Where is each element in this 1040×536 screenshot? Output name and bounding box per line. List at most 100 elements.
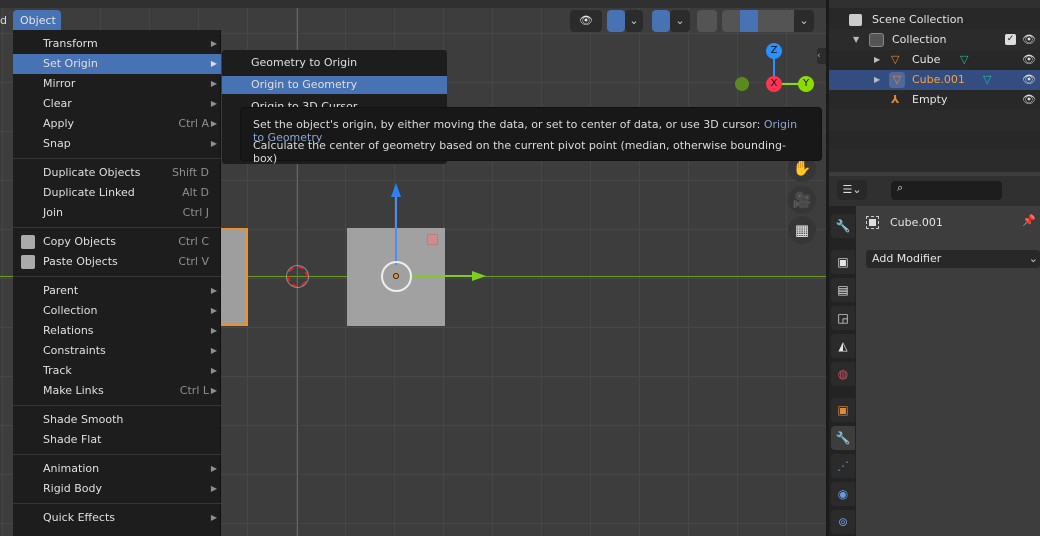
outliner-collection[interactable]: ▼ Collection ✓ 👁 [829, 30, 1040, 50]
expand-arrow-icon[interactable]: ▶ [874, 70, 880, 90]
mesh-data-icon[interactable]: ▽ [960, 50, 968, 70]
label: Duplicate Linked [43, 186, 135, 199]
menu-item-track[interactable]: Track ▶ [13, 361, 221, 381]
menu-item-paste-objects[interactable]: Paste Objects Ctrl V [13, 252, 221, 272]
shortcut: Ctrl V [178, 255, 209, 268]
particles-tab-icon[interactable]: ⋰ [831, 454, 855, 478]
submenu-item-origin-to-geometry[interactable]: Origin to Geometry [222, 76, 447, 94]
z-move-arrow[interactable] [395, 195, 397, 265]
menu-item-join[interactable]: Join Ctrl J [13, 203, 221, 223]
shading-rendered-icon[interactable] [776, 10, 794, 32]
ortho-grid-icon[interactable]: ▦ [788, 216, 816, 244]
menu-item-duplicate-objects[interactable]: Duplicate Objects Shift D [13, 163, 221, 183]
gizmo-dropdown[interactable]: ⌄ [625, 10, 643, 32]
gizmo-y-axis[interactable]: Y [798, 76, 814, 92]
overlay-dropdown[interactable]: ⌄ [670, 10, 690, 32]
add-modifier-dropdown[interactable]: Add Modifier ⌄ [866, 250, 1040, 268]
object-menu-button[interactable]: Object [13, 10, 61, 31]
visibility-eye-icon[interactable]: 👁 [1022, 70, 1036, 90]
menu-item-animation[interactable]: Animation ▶ [13, 459, 221, 479]
properties-search-input[interactable]: ⌕ [891, 181, 1002, 200]
exclude-checkbox[interactable]: ✓ [1005, 34, 1016, 45]
menu-item-apply[interactable]: Apply Ctrl A ▶ [13, 114, 221, 134]
mesh-data-icon[interactable]: ▽ [983, 70, 991, 90]
physics-tab-icon[interactable]: ◉ [831, 482, 855, 506]
expand-arrow-icon[interactable]: ▶ [874, 50, 880, 70]
tool-tab-icon[interactable]: 🔧 [831, 214, 855, 238]
submenu-arrow-icon: ▶ [210, 346, 217, 355]
overlay-toggle[interactable] [652, 10, 670, 32]
menu-item-quick-effects[interactable]: Quick Effects ▶ [13, 508, 221, 528]
menu-item-make-links[interactable]: Make Links Ctrl L ▶ [13, 381, 221, 401]
menu-item-collection[interactable]: Collection ▶ [13, 301, 221, 321]
label: Quick Effects [43, 511, 115, 524]
outliner-empty-row [829, 150, 1040, 172]
output-tab-icon[interactable]: ▤ [831, 278, 855, 302]
chevron-down-icon: ⌄ [1028, 252, 1038, 265]
y-arrow-head[interactable] [472, 271, 486, 281]
editor-type-icon[interactable]: ☰⌄ [837, 180, 867, 200]
gizmo-z-axis[interactable]: Z [766, 43, 782, 59]
gizmo-z-line [773, 58, 775, 78]
tooltip: Set the object's origin, by either movin… [240, 107, 822, 165]
pin-icon[interactable]: 📌 [1022, 214, 1036, 227]
object-tab-icon[interactable]: ▣ [831, 398, 855, 422]
submenu-arrow-icon: ▶ [210, 326, 217, 335]
label: Make Links [43, 384, 104, 397]
z-arrow-head[interactable] [391, 183, 401, 197]
3d-cursor[interactable] [286, 265, 309, 288]
label: Animation [43, 462, 100, 475]
camera-view-icon[interactable]: 🎥 [788, 186, 816, 214]
menu-item-rigid-body[interactable]: Rigid Body ▶ [13, 479, 221, 499]
top-toolbar [0, 0, 826, 8]
modifier-tab-wrench-icon[interactable]: 🔧 [831, 426, 855, 450]
outliner-item-empty[interactable]: ⅄ Empty 👁 [829, 90, 1040, 110]
constraints-tab-icon[interactable]: ⊚ [831, 510, 855, 534]
outliner-item-cube-001[interactable]: ▶ ▽ Cube.001 ▽ 👁 [829, 70, 1040, 90]
menu-item-shade-smooth[interactable]: Shade Smooth [13, 410, 221, 430]
menu-item-constraints[interactable]: Constraints ▶ [13, 341, 221, 361]
shading-material-icon[interactable] [758, 10, 776, 32]
shading-wireframe-icon[interactable] [722, 10, 740, 32]
view-layer-tab-icon[interactable]: ◲ [831, 306, 855, 330]
tooltip-description: Set the object's origin, by either movin… [253, 118, 761, 131]
sidebar-toggle-icon[interactable]: ‹ [817, 48, 826, 64]
outliner: Scene Collection ▼ Collection ✓ 👁 ▶ ▽ Cu… [829, 0, 1040, 172]
outliner-item-cube[interactable]: ▶ ▽ Cube ▽ 👁 [829, 50, 1040, 70]
visibility-eye-icon[interactable]: 👁 [1022, 90, 1036, 110]
tooltip-line-1: Set the object's origin, by either movin… [253, 118, 809, 144]
visibility-selector[interactable]: 👁 [570, 10, 602, 32]
collapse-arrow-icon[interactable]: ▼ [853, 30, 859, 50]
submenu-arrow-icon: ▶ [210, 484, 217, 493]
gizmo-x-axis[interactable]: X [766, 76, 782, 92]
menu-item-parent[interactable]: Parent ▶ [13, 281, 221, 301]
submenu-arrow-icon: ▶ [210, 79, 217, 88]
label: Cube.001 [912, 73, 965, 86]
shading-dropdown[interactable]: ⌄ [794, 10, 814, 32]
y-move-arrow[interactable] [412, 275, 477, 277]
menu-item-set-origin[interactable]: Set Origin ▶ [13, 54, 221, 74]
menu-item-copy-objects[interactable]: Copy Objects Ctrl C [13, 232, 221, 252]
menu-item-duplicate-linked[interactable]: Duplicate Linked Alt D [13, 183, 221, 203]
visibility-eye-icon[interactable]: 👁 [1022, 30, 1036, 50]
xray-toggle-icon[interactable] [697, 10, 717, 32]
gizmo-neg-y-axis[interactable] [735, 77, 749, 91]
label: Collection [892, 33, 947, 46]
menu-item-snap[interactable]: Snap ▶ [13, 134, 221, 154]
menu-item-relations[interactable]: Relations ▶ [13, 321, 221, 341]
copy-icon [21, 235, 35, 249]
menu-item-shade-flat[interactable]: Shade Flat [13, 430, 221, 450]
gizmo-toggle[interactable] [607, 10, 625, 32]
menu-item-transform[interactable]: Transform ▶ [13, 34, 221, 54]
visibility-eye-icon[interactable]: 👁 [1022, 50, 1036, 70]
outliner-scene-collection[interactable]: Scene Collection [829, 10, 1040, 30]
menu-item-clear[interactable]: Clear ▶ [13, 94, 221, 114]
render-tab-icon[interactable]: ▣ [831, 250, 855, 274]
menu-item-mirror[interactable]: Mirror ▶ [13, 74, 221, 94]
scene-tab-icon[interactable]: ◭ [831, 334, 855, 358]
label: Set Origin [43, 57, 98, 70]
submenu-item-geometry-to-origin[interactable]: Geometry to Origin [222, 54, 447, 72]
shading-solid-icon[interactable] [740, 10, 758, 32]
rotation-handle[interactable] [427, 234, 438, 245]
world-tab-icon[interactable]: ◍ [831, 362, 855, 386]
